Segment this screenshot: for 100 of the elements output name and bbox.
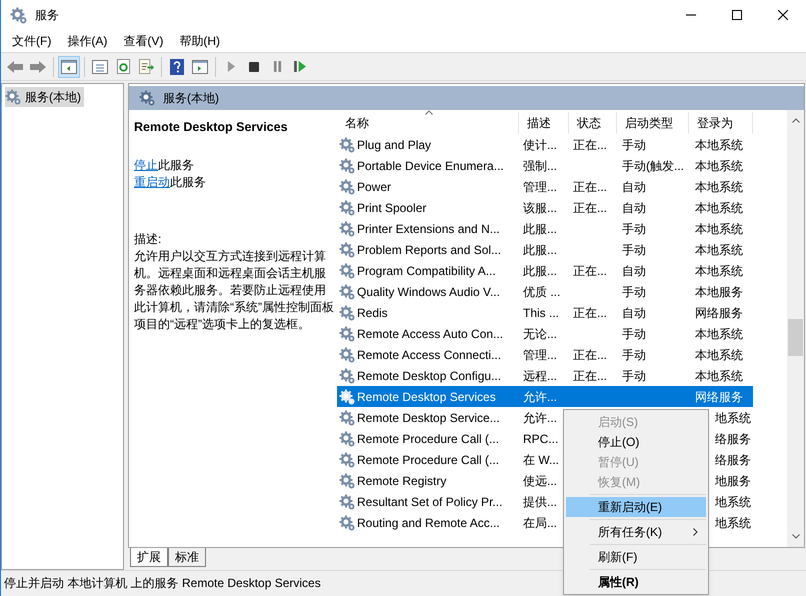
app-icon [10, 6, 27, 24]
status-cell: 正在... [573, 180, 608, 194]
description-cell: This ... [523, 306, 560, 320]
list-window-icon [92, 60, 108, 74]
status-text: 停止并启动 本地计算机 上的服务 Remote Desktop Services [4, 574, 321, 592]
gear-icon [339, 368, 355, 384]
gear-icon [339, 514, 355, 530]
service-name-cell-text: Remote Procedure Call (... [357, 430, 500, 448]
startup-type-cell: 手动 [622, 242, 646, 256]
gear-icon [339, 200, 355, 216]
service-name-cell-text: Program Compatibility A... [357, 262, 496, 280]
description-cell: 允许... [523, 410, 558, 424]
logon-cell: 本地服务 [695, 284, 743, 298]
action-line: 停止此服务 [134, 156, 195, 174]
description-cell: 在 W... [523, 452, 559, 466]
forward-arrow-icon [30, 60, 46, 74]
gear-icon [339, 262, 355, 278]
description-cell: 远程... [523, 368, 558, 382]
scrollbar[interactable] [787, 110, 804, 547]
service-name-cell-text: Resultant Set of Policy Pr... [357, 494, 502, 510]
column-header[interactable]: 登录为 [689, 112, 753, 134]
startup-type-cell: 自动 [622, 264, 646, 278]
logon-cell: 本地系统 [695, 222, 743, 236]
column-header[interactable]: 状态 [569, 112, 617, 134]
action-link[interactable]: 停止 [134, 158, 158, 172]
service-name-cell-text: Routing and Remote Acc... [357, 514, 500, 532]
menu-item[interactable]: 帮助(H) [171, 30, 228, 52]
status-cell: 正在... [573, 138, 608, 152]
logon-cell: 本地系统 [695, 368, 743, 382]
export-list-icon [138, 59, 154, 74]
context-menu-item[interactable]: 所有任务(K) [566, 522, 706, 542]
restart-icon [294, 61, 306, 72]
console-tree-toggle[interactable] [58, 56, 80, 78]
selected-row[interactable]: Remote Desktop Services 允许... 网络服务 [337, 386, 753, 407]
logon-cell: 本地系统 [695, 200, 743, 214]
column-header[interactable]: 名称 [337, 112, 519, 134]
scroll-thumb[interactable] [788, 319, 803, 356]
service-name-cell-text: Plug and Play [357, 136, 432, 154]
description-cell: 此服... [523, 264, 558, 278]
service-name-cell-text: Quality Windows Audio V... [357, 284, 500, 300]
context-menu-item[interactable]: 重新启动(E) [566, 497, 706, 517]
description-cell: 提供... [523, 494, 558, 508]
logon-cell: 本地系统 [695, 138, 743, 152]
service-name-cell-text: Remote Desktop Services [357, 388, 496, 406]
service-name-cell-text: Print Spooler [357, 200, 426, 216]
service-name-cell-text: Power [357, 178, 392, 196]
gear-icon [5, 89, 21, 105]
panel-icon [192, 60, 208, 74]
service-name-cell-text: Remote Desktop Configu... [357, 368, 502, 384]
logon-cell: 本地系统 [695, 180, 743, 194]
service-name-cell-text: Remote Desktop Service... [357, 410, 500, 426]
view-tab[interactable]: 扩展 [130, 548, 168, 567]
gear-icon [339, 284, 355, 300]
description-cell: 无论... [523, 326, 558, 340]
service-name-cell-text: Remote Access Auto Con... [357, 326, 504, 342]
logon-cell: 本地系统 [695, 326, 743, 340]
context-menu-item[interactable]: 属性(R) [566, 572, 706, 592]
column-header[interactable]: 启动类型 [617, 112, 689, 134]
description-label: 描述: [134, 230, 162, 248]
service-name: Remote Desktop Services [134, 119, 289, 136]
logon-cell: 地系统 [715, 410, 751, 424]
play-icon [226, 61, 236, 72]
gear-icon [339, 346, 355, 362]
back-arrow-icon [7, 60, 23, 74]
description-cell: 使远... [523, 474, 558, 488]
gear-icon [339, 452, 355, 468]
refresh-icon [116, 59, 130, 74]
startup-type-cell: 自动 [622, 306, 646, 320]
menu-item[interactable]: 文件(F) [4, 30, 60, 52]
maximize-icon [732, 10, 742, 20]
panel-icon [61, 60, 77, 74]
logon-cell: 本地系统 [695, 158, 743, 172]
service-name-cell-text: Remote Registry [357, 472, 446, 490]
logon-cell: 络服务 [715, 452, 751, 466]
service-name-cell-text: Portable Device Enumera... [357, 158, 504, 174]
context-menu-item[interactable]: 停止(O) [566, 432, 706, 452]
description-cell: RPC... [523, 432, 558, 446]
gear-icon [139, 90, 155, 106]
view-tab[interactable]: 标准 [168, 548, 206, 567]
pane-title: 服务(本地) [163, 90, 219, 107]
scroll-up-icon [792, 118, 800, 123]
description-cell: 该服... [523, 200, 558, 214]
gear-icon [339, 242, 355, 258]
context-menu-item[interactable]: 刷新(F) [566, 547, 706, 567]
logon-cell: 地服务 [715, 474, 751, 488]
description-cell: 使计... [523, 138, 558, 152]
menu-item[interactable]: 操作(A) [59, 30, 116, 52]
tree-item[interactable]: 服务(本地) [5, 87, 84, 107]
action-link[interactable]: 重启动 [134, 174, 170, 189]
gear-icon [339, 472, 355, 488]
column-header[interactable]: 描述 [519, 112, 569, 134]
service-name-cell-text: Printer Extensions and N... [357, 220, 500, 238]
help-icon [170, 58, 184, 74]
startup-type-cell: 手动 [622, 326, 646, 340]
logon-cell: 网络服务 [695, 390, 743, 404]
close-icon [778, 10, 788, 20]
service-name-cell-text: Remote Access Connecti... [357, 346, 502, 364]
menu-item[interactable]: 查看(V) [115, 30, 172, 52]
gear-icon [339, 430, 355, 446]
gear-icon [339, 158, 355, 174]
